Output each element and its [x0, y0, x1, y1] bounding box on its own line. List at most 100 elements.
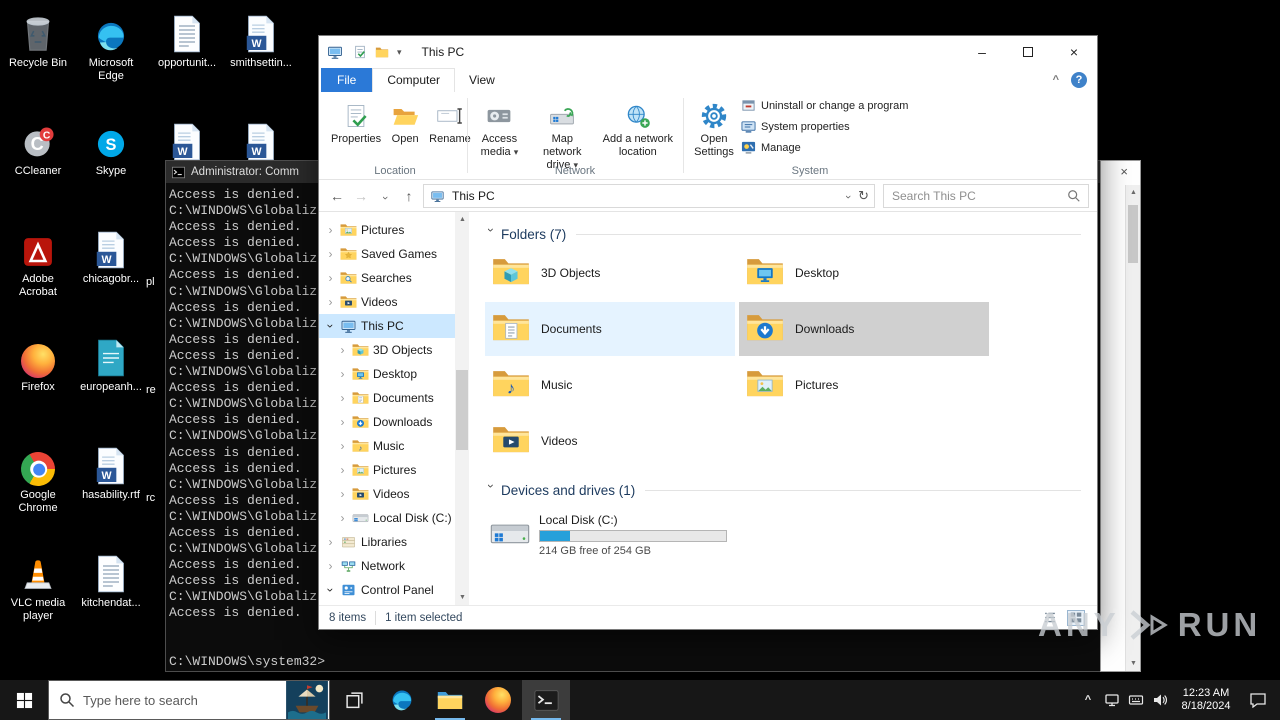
- map-network-drive-button[interactable]: Map network drive ▾: [530, 96, 595, 175]
- nav-item-libraries[interactable]: › Libraries: [319, 530, 455, 554]
- chevron-right-icon[interactable]: ›: [337, 511, 348, 525]
- forward-button[interactable]: →: [349, 188, 373, 204]
- chevron-right-icon[interactable]: ›: [325, 559, 336, 573]
- desktop-icon-vlc-media-player[interactable]: VLC media player: [5, 548, 71, 623]
- open-button[interactable]: Open: [387, 96, 423, 149]
- desktop-icon-skype[interactable]: S Skype: [78, 116, 144, 178]
- access-media-button[interactable]: Access media ▾: [471, 96, 528, 162]
- desktop-icon-file[interactable]: W: [228, 116, 294, 162]
- open-settings-button[interactable]: Open Settings: [687, 96, 741, 162]
- properties-button[interactable]: Properties: [327, 96, 385, 149]
- recent-locations-icon[interactable]: ›: [373, 188, 397, 204]
- folder-tile-3d-objects[interactable]: 3D Objects: [485, 246, 735, 300]
- nav-item-pictures[interactable]: › Pictures: [319, 458, 455, 482]
- close-icon[interactable]: ×: [1120, 164, 1128, 179]
- scrollbar-thumb[interactable]: [456, 370, 468, 450]
- chevron-right-icon[interactable]: ›: [325, 295, 336, 309]
- desktop-icon-microsoft-edge[interactable]: Microsoft Edge: [78, 8, 144, 83]
- desktop-icon-hasability-rtf[interactable]: Whasability.rtf: [78, 440, 144, 502]
- desktop-icon-chicagobr[interactable]: Wchicagobr...: [78, 224, 144, 286]
- nav-item-desktop[interactable]: › Desktop: [319, 362, 455, 386]
- address-bar[interactable]: This PC › ↻: [423, 183, 875, 208]
- desktop-icon-recycle-bin[interactable]: Recycle Bin: [5, 8, 71, 70]
- volume-icon[interactable]: [1148, 680, 1172, 720]
- collapse-ribbon-icon[interactable]: ^: [1053, 74, 1059, 86]
- tab-computer[interactable]: Computer: [372, 68, 456, 92]
- scroll-down-icon[interactable]: ▼: [455, 590, 469, 605]
- nav-item-documents[interactable]: › Documents: [319, 386, 455, 410]
- desktop-icon-file[interactable]: W: [154, 116, 220, 162]
- background-window-scrollbar[interactable]: ▲ ▼: [1125, 185, 1140, 671]
- explorer-titlebar[interactable]: ▾ This PC – ×: [319, 36, 1097, 68]
- qat-new-folder-icon[interactable]: [375, 45, 390, 59]
- uninstall-program-button[interactable]: Uninstall or change a program: [741, 98, 908, 113]
- minimize-button[interactable]: –: [959, 36, 1005, 68]
- network-icon[interactable]: [1100, 680, 1124, 720]
- task-view-button[interactable]: [330, 680, 378, 720]
- folder-tile-desktop[interactable]: Desktop: [739, 246, 989, 300]
- taskbar-file-explorer[interactable]: [426, 680, 474, 720]
- system-properties-button[interactable]: System properties: [741, 119, 908, 134]
- folder-tile-pictures[interactable]: Pictures: [739, 358, 989, 412]
- add-network-location-button[interactable]: Add a network location: [597, 96, 679, 162]
- hidden-icons-chevron[interactable]: ^: [1076, 680, 1100, 720]
- nav-item-pictures[interactable]: › Pictures: [319, 218, 455, 242]
- desktop-icon-google-chrome[interactable]: Google Chrome: [5, 440, 71, 515]
- chevron-right-icon[interactable]: ›: [325, 247, 336, 261]
- chevron-right-icon[interactable]: ›: [325, 223, 336, 237]
- nav-item-videos[interactable]: › Videos: [319, 482, 455, 506]
- chevron-right-icon[interactable]: ›: [325, 271, 336, 285]
- address-dropdown-icon[interactable]: ›: [842, 189, 854, 203]
- folder-tile-documents[interactable]: Documents: [485, 302, 735, 356]
- taskbar-search[interactable]: [48, 680, 330, 720]
- nav-scrollbar[interactable]: ▲ ▼: [455, 212, 469, 605]
- nav-item-videos[interactable]: › Videos: [319, 290, 455, 314]
- search-box[interactable]: [883, 183, 1089, 208]
- nav-item-control-panel[interactable]: › Control Panel: [319, 578, 455, 602]
- nav-item-network[interactable]: › Network: [319, 554, 455, 578]
- chevron-right-icon[interactable]: ›: [337, 343, 348, 357]
- up-button[interactable]: ↑: [397, 188, 421, 204]
- folder-tile-music[interactable]: ♪ Music: [485, 358, 735, 412]
- nav-item-local-disk-c[interactable]: › Local Disk (C:): [319, 506, 455, 530]
- nav-item-this-pc[interactable]: › This PC: [319, 314, 455, 338]
- search-input[interactable]: [884, 188, 1067, 203]
- chevron-right-icon[interactable]: ›: [337, 439, 348, 453]
- taskbar-cmd[interactable]: [522, 680, 570, 720]
- tab-view[interactable]: View: [455, 69, 509, 92]
- nav-item-music[interactable]: › ♪ Music: [319, 434, 455, 458]
- scroll-down-icon[interactable]: ▼: [1126, 656, 1141, 671]
- chevron-down-icon[interactable]: ›: [324, 585, 338, 596]
- nav-item-searches[interactable]: › Searches: [319, 266, 455, 290]
- qat-properties-icon[interactable]: [353, 45, 368, 59]
- chevron-right-icon[interactable]: ›: [337, 391, 348, 405]
- desktop-icon-ccleaner[interactable]: C C CCleaner: [5, 116, 71, 178]
- close-button[interactable]: ×: [1051, 36, 1097, 68]
- folder-tile-downloads[interactable]: Downloads: [739, 302, 989, 356]
- start-button[interactable]: [0, 680, 48, 720]
- background-window[interactable]: × ▲ ▼: [1100, 160, 1141, 672]
- back-button[interactable]: ←: [325, 188, 349, 204]
- scroll-up-icon[interactable]: ▲: [1126, 185, 1141, 200]
- folder-tile-videos[interactable]: Videos: [485, 414, 735, 468]
- nav-item-saved-games[interactable]: › Saved Games: [319, 242, 455, 266]
- desktop-icon-firefox[interactable]: Firefox: [5, 332, 71, 394]
- desktop-icon-adobe-acrobat[interactable]: Adobe Acrobat: [5, 224, 71, 299]
- chevron-right-icon[interactable]: ›: [337, 415, 348, 429]
- search-icon[interactable]: [1067, 189, 1081, 203]
- chevron-right-icon[interactable]: ›: [337, 463, 348, 477]
- chevron-right-icon[interactable]: ›: [337, 487, 348, 501]
- taskbar-firefox[interactable]: [474, 680, 522, 720]
- manage-button[interactable]: Manage: [741, 140, 908, 155]
- collapse-group-icon[interactable]: ›: [484, 228, 498, 240]
- action-center-button[interactable]: [1240, 680, 1276, 720]
- local-disk-tile[interactable]: Local Disk (C:) 214 GB free of 254 GB: [485, 506, 737, 564]
- help-icon[interactable]: ?: [1071, 72, 1087, 88]
- taskbar-search-input[interactable]: [75, 692, 285, 708]
- desktop-icon-opportunit[interactable]: opportunit...: [154, 8, 220, 70]
- desktop-icon-europeanh[interactable]: europeanh...: [78, 332, 144, 394]
- refresh-icon[interactable]: ↻: [858, 188, 869, 204]
- taskbar-edge[interactable]: [378, 680, 426, 720]
- collapse-group-icon[interactable]: ›: [484, 484, 498, 496]
- tab-file[interactable]: File: [321, 68, 373, 92]
